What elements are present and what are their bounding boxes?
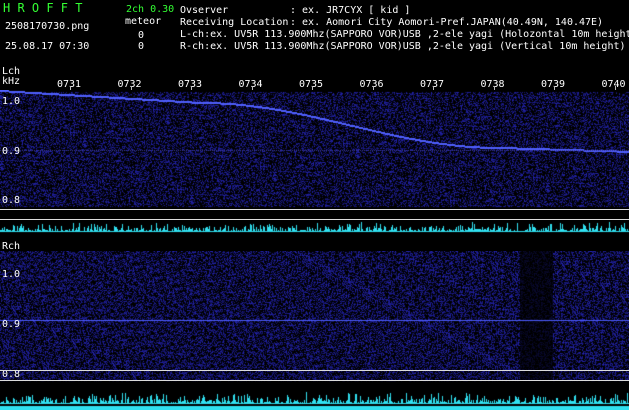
lch-unit: kHz — [2, 76, 21, 87]
lch-spectrogram — [0, 90, 629, 233]
datetime: 25.08.17 07:30 — [5, 41, 90, 52]
lch-freq-label-2: 0.9 — [2, 146, 21, 157]
observer-value: : ex. JR7CYX [ kid ] — [290, 5, 411, 16]
rch-canvas — [0, 251, 629, 410]
meteor-label: meteor — [125, 16, 162, 27]
rch-guide-1 — [0, 370, 629, 371]
meteor-count-right: 0 — [138, 41, 145, 52]
lch-guide-2 — [0, 219, 629, 220]
lch-canvas — [0, 90, 629, 233]
observer-label: Ovserver — [180, 5, 229, 16]
lch-description: L-ch:ex. UV5R 113.900Mhz(SAPPORO VOR)USB… — [180, 29, 629, 40]
filename: 2508170730.png — [5, 21, 90, 32]
rch-guide-2 — [0, 380, 629, 381]
lch-guide-1 — [0, 209, 629, 210]
lch-freq-label-3: 0.8 — [2, 195, 21, 206]
rch-spectrogram — [0, 251, 629, 410]
rch-description: R-ch:ex. UV5R 113.900Mhz(SAPPORO VOR)USB… — [180, 41, 626, 52]
lch-freq-label-1: 1.0 — [2, 96, 21, 107]
location-label: Receiving Location — [180, 17, 289, 28]
location-value: : ex. Aomori City Aomori-Pref.JAPAN(40.4… — [290, 17, 604, 28]
mode-label: 2ch 0.30 — [126, 4, 175, 15]
rch-freq-label-1: 1.0 — [2, 269, 21, 280]
app-title: H R O F F T — [3, 1, 83, 15]
rch-freq-label-2: 0.9 — [2, 319, 21, 330]
meteor-count-left: 0 — [138, 30, 145, 41]
